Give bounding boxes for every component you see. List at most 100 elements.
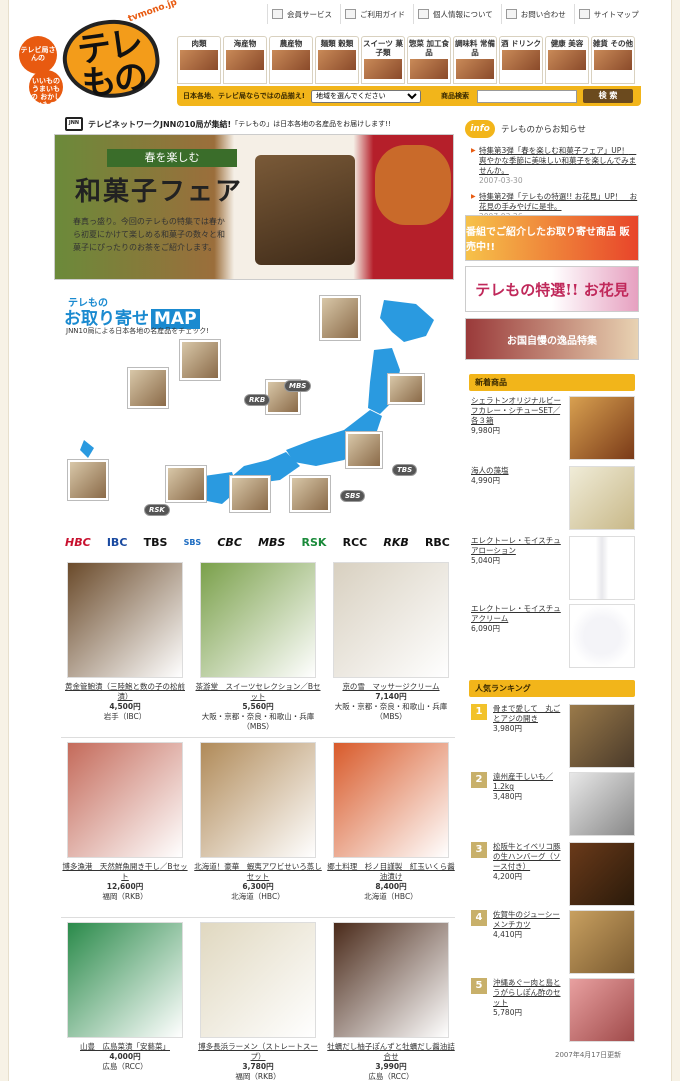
product-card[interactable]: 郷土料理 杉ノ目謹製 紅玉いくら醤油漬け 8,400円 北海道（HBC） [327,738,455,917]
otoriyose-map[interactable]: テレもの お取り寄せ MAP JNN10局による日本各地の名産品をチェック! MB… [54,290,454,530]
product-name[interactable]: 博多長浜ラーメン（ストレートスープ） [194,1042,322,1062]
ranking-item-name[interactable]: 松阪牛とイベリコ豚の生ハンバーグ（ソース付き） [493,842,567,872]
map-tag-tbs[interactable]: TBS [392,464,418,476]
category-tab-deli[interactable]: 惣菜 加工食品 [407,36,451,84]
ranking-item-image[interactable] [569,910,635,974]
product-image[interactable] [200,562,316,678]
site-logo[interactable]: テレビ局さんの いいもの うまいもの おかしいもの テレもの tvmono.jp [19,0,179,109]
map-product-thumb[interactable] [388,374,424,404]
product-image[interactable] [67,922,183,1038]
map-product-thumb[interactable] [166,466,206,502]
map-tag-mbs[interactable]: MBS [284,380,312,392]
ranking-item[interactable]: 2 遠州産干しいも／1.2kg 3,480円 [471,772,637,836]
new-item-image[interactable] [569,466,635,530]
ranking-item-image[interactable] [569,842,635,906]
ranking-item[interactable]: 4 佐賀牛のジューシーメンチカツ 4,410円 [471,910,637,974]
product-name[interactable]: 茶游堂 スイーツセレクション／Bセット [194,682,322,702]
product-image[interactable] [67,742,183,858]
utility-privacy[interactable]: 個人情報について [413,4,501,24]
ranking-item[interactable]: 5 沖縄あぐー肉と島とうがらしぽん酢のセット 5,780円 [471,978,637,1042]
product-card[interactable]: 牡蠣だし柚子ぽんずと牡蠣だし醤油詰合せ 3,990円 広島（RCC） [327,918,455,1081]
product-image[interactable] [333,562,449,678]
banner-ohanami[interactable]: テレもの特選!! お花見 [465,266,639,312]
map-product-thumb[interactable] [128,368,168,408]
map-tag-rkb[interactable]: RKB [244,394,271,406]
banner-tv-featured[interactable]: 番組でご紹介したお取り寄せ商品 販売中!! [465,215,639,261]
map-product-thumb[interactable] [290,476,330,512]
product-name[interactable]: 黄金管鮑漬（三陸鮑と数の子の松前漬） [61,682,189,702]
broadcaster-logo[interactable]: IBC [107,536,128,549]
feature-banner[interactable]: 春を楽しむ 和菓子フェア 春真っ盛り。今回のテレもの特集では春か ら初夏にかけて… [54,134,454,280]
broadcaster-logo[interactable]: RSK [302,536,327,549]
ranking-item-name[interactable]: 沖縄あぐー肉と島とうがらしぽん酢のセット [493,978,567,1008]
ranking-item-name[interactable]: 佐賀牛のジューシーメンチカツ [493,910,567,930]
product-card[interactable]: 博多長浜ラーメン（ストレートスープ） 3,780円 福岡（RKB） [194,918,322,1081]
broadcaster-logo[interactable]: TBS [144,536,168,549]
broadcaster-logo[interactable]: RBC [425,536,450,549]
ranking-item[interactable]: 3 松阪牛とイベリコ豚の生ハンバーグ（ソース付き） 4,200円 [471,842,637,906]
banner-local-specialty[interactable]: お国自慢の逸品特集 [465,318,639,360]
product-name[interactable]: 山豊 広島菜漬「安藝菜」 [61,1042,189,1052]
new-item[interactable]: 海人の藻塩 4,990円 [471,466,637,530]
product-card[interactable]: 京の雪 マッサージクリーム 7,140円 大阪・京都・奈良・和歌山・兵庫（MBS） [327,558,455,737]
map-product-thumb[interactable] [68,460,108,500]
new-item[interactable]: エレクトーレ・モイスチュアローション 5,040円 [471,536,637,600]
news-link[interactable]: 特集第2弾「テレもの特選!! お花見」UP！ お花見の手みやげに是非。 [479,192,637,211]
product-image[interactable] [200,922,316,1038]
product-name[interactable]: 博多漁港 天然鮮魚開き干し／Bセット [61,862,189,882]
region-select[interactable]: 地域を選んでください [310,89,421,103]
product-card[interactable]: 博多漁港 天然鮮魚開き干し／Bセット 12,600円 福岡（RKB） [61,738,189,917]
category-tab-meat[interactable]: 肉類 [177,36,221,84]
category-tab-health[interactable]: 健康 美容 [545,36,589,84]
broadcaster-logo[interactable]: RKB [383,536,408,549]
broadcaster-logo[interactable]: SBS [184,538,202,547]
map-tag-rsk[interactable]: RSK [144,504,170,516]
utility-member-service[interactable]: 会員サービス [267,4,340,24]
ranking-item-image[interactable] [569,772,635,836]
new-item-name[interactable]: シェラトンオリジナルビーフカレー・シチューSET／各３箱 [471,396,567,426]
broadcaster-logo[interactable]: MBS [258,536,285,549]
ranking-item-image[interactable] [569,704,635,768]
utility-sitemap[interactable]: サイトマップ [573,4,647,24]
new-item-name[interactable]: エレクトーレ・モイスチュアローション [471,536,567,556]
product-image[interactable] [333,922,449,1038]
search-button[interactable]: 検 索 [582,89,633,103]
product-card[interactable]: 黄金管鮑漬（三陸鮑と数の子の松前漬） 4,500円 岩手（IBC） [61,558,189,737]
new-item-image[interactable] [569,536,635,600]
broadcaster-logo[interactable]: RCC [343,536,368,549]
new-item[interactable]: シェラトンオリジナルビーフカレー・シチューSET／各３箱 9,980円 [471,396,637,460]
category-tab-produce[interactable]: 農産物 [269,36,313,84]
map-product-thumb[interactable] [346,432,382,468]
product-name[interactable]: 北海道！豪華 蝦夷アワビせいろ蒸しセット [194,862,322,882]
ranking-item-name[interactable]: 遠州産干しいも／1.2kg [493,772,567,792]
news-link[interactable]: 特集第3弾「春を楽しむ和菓子フェア」UP！ 爽やかな季節に美味しい和菓子を楽しん… [479,146,636,175]
broadcaster-logo[interactable]: HBC [65,536,91,549]
product-image[interactable] [333,742,449,858]
ranking-item-image[interactable] [569,978,635,1042]
category-tab-goods[interactable]: 雑貨 その他 [591,36,635,84]
product-card[interactable]: 山豊 広島菜漬「安藝菜」 4,000円 広島（RCC） [61,918,189,1081]
new-item-image[interactable] [569,604,635,668]
category-tab-noodles[interactable]: 麺類 穀類 [315,36,359,84]
product-name[interactable]: 牡蠣だし柚子ぽんずと牡蠣だし醤油詰合せ [327,1042,455,1062]
product-card[interactable]: 茶游堂 スイーツセレクション／Bセット 5,560円 大阪・京都・奈良・和歌山・兵庫… [194,558,322,737]
product-name[interactable]: 京の雪 マッサージクリーム [327,682,455,692]
new-item-name[interactable]: エレクトーレ・モイスチュアクリーム [471,604,567,624]
ranking-item-name[interactable]: 骨まで愛して 丸ごとアジの開き [493,704,567,724]
product-name[interactable]: 郷土料理 杉ノ目謹製 紅玉いくら醤油漬け [327,862,455,882]
product-search-input[interactable] [476,89,577,103]
map-product-thumb[interactable] [320,296,360,340]
map-product-thumb[interactable] [230,476,270,512]
new-item-image[interactable] [569,396,635,460]
category-tab-sweets[interactable]: スイーツ 菓子類 [361,36,405,84]
ranking-item[interactable]: 1 骨まで愛して 丸ごとアジの開き 3,980円 [471,704,637,768]
product-image[interactable] [67,562,183,678]
product-image[interactable] [200,742,316,858]
map-product-thumb[interactable] [180,340,220,380]
utility-guide[interactable]: ご利用ガイド [340,4,413,24]
new-item-name[interactable]: 海人の藻塩 [471,466,567,476]
category-tab-seafood[interactable]: 海産物 [223,36,267,84]
broadcaster-logo[interactable]: CBC [217,536,242,549]
map-tag-sbs[interactable]: SBS [340,490,366,502]
product-card[interactable]: 北海道！豪華 蝦夷アワビせいろ蒸しセット 6,300円 北海道（HBC） [194,738,322,917]
